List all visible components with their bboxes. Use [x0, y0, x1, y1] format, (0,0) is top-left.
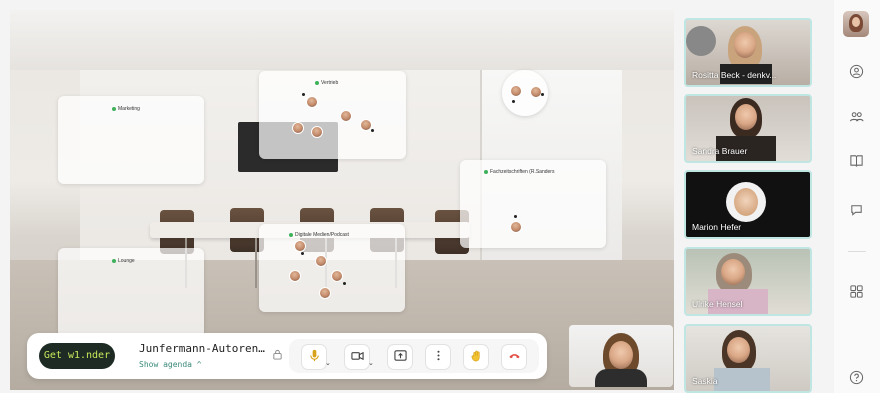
participant-tile[interactable]: Saskia	[684, 324, 812, 393]
presence-dot	[301, 252, 304, 255]
zone-fachzeitschriften[interactable]: Fachzeitschriften (R.Sanders	[460, 160, 606, 248]
zone-label: Digitale Medien/Podcast	[289, 232, 349, 238]
participant-avatar[interactable]	[306, 96, 318, 108]
chat-icon[interactable]	[847, 200, 865, 218]
presence-dot	[343, 282, 346, 285]
lock-icon[interactable]	[272, 349, 284, 361]
help-icon[interactable]	[847, 368, 865, 386]
hang-up-button[interactable]	[501, 344, 527, 370]
microphone-button[interactable]	[301, 344, 327, 370]
zone-vertrieb[interactable]: Vertrieb	[259, 71, 406, 159]
chevron-down-icon[interactable]: ⌄	[325, 359, 331, 367]
video-shoulders	[714, 368, 770, 391]
apps-icon[interactable]	[847, 282, 865, 300]
participant-avatar[interactable]	[315, 255, 327, 267]
video-shoulders	[595, 369, 647, 387]
share-screen-icon	[393, 349, 407, 365]
bottom-toolbar: Get w1.nder Junfermann-Autoren… Show age…	[27, 333, 547, 379]
participant-avatar[interactable]	[319, 287, 331, 299]
participant-name: Marion Hefer	[692, 222, 742, 232]
chevron-down-icon[interactable]: ⌄	[368, 359, 374, 367]
share-screen-button[interactable]	[387, 344, 413, 370]
right-sidebar	[834, 0, 880, 393]
video-face	[727, 337, 750, 363]
video-face	[852, 17, 860, 27]
hang-up-icon	[508, 349, 521, 365]
self-view-video[interactable]	[569, 325, 673, 387]
zone-label: Marketing	[112, 106, 140, 112]
participant-name: Rositta Beck - denkv...	[692, 70, 777, 80]
participant-tile[interactable]: Ulrike Hensel	[684, 247, 812, 316]
camera-icon	[350, 349, 364, 365]
video-background-object	[686, 26, 716, 56]
presence-dot	[371, 129, 374, 132]
zone-label: Lounge	[112, 258, 135, 264]
zone-label: Fachzeitschriften (R.Sanders	[484, 169, 554, 175]
book-icon[interactable]	[847, 151, 865, 169]
room-title: Junfermann-Autoren…	[139, 342, 265, 355]
reaction-button[interactable]	[463, 344, 489, 370]
camera-button[interactable]	[344, 344, 370, 370]
participant-name: Saskia	[692, 376, 718, 386]
call-controls: ⌄ ⌄	[289, 339, 539, 373]
video-face	[734, 32, 756, 58]
more-options-button[interactable]	[425, 344, 451, 370]
presence-dot	[302, 93, 305, 96]
zone-marketing[interactable]: Marketing	[58, 96, 204, 184]
participant-tile[interactable]: Sandra Brauer	[684, 94, 812, 163]
participant-avatar[interactable]	[294, 240, 306, 252]
divider	[848, 251, 866, 252]
video-face	[609, 341, 633, 369]
video-face	[721, 259, 745, 285]
chair-leg	[255, 238, 257, 288]
participant-avatar[interactable]	[510, 221, 522, 233]
presence-dot	[541, 93, 544, 96]
participant-avatar[interactable]	[289, 270, 301, 282]
participant-avatar[interactable]	[510, 85, 522, 97]
room-ceiling	[10, 10, 674, 70]
presence-dot	[512, 100, 515, 103]
user-circle-icon[interactable]	[847, 62, 865, 80]
zone-lounge[interactable]: Lounge	[58, 248, 204, 338]
presence-dot	[514, 215, 517, 218]
participant-name: Sandra Brauer	[692, 146, 748, 156]
microphone-icon	[308, 349, 321, 365]
video-face	[735, 104, 757, 130]
zone-digitale-medien[interactable]: Digitale Medien/Podcast	[259, 224, 405, 312]
participant-avatar[interactable]	[340, 110, 352, 122]
brand-logo[interactable]: Get w1.nder	[39, 343, 115, 369]
show-agenda-link[interactable]: Show agenda ^	[139, 360, 202, 369]
video-face	[734, 188, 758, 216]
participant-avatar[interactable]	[292, 122, 304, 134]
participant-avatar[interactable]	[331, 270, 343, 282]
participant-avatar[interactable]	[530, 86, 542, 98]
proximity-bubble[interactable]	[502, 70, 548, 116]
participant-avatar[interactable]	[311, 126, 323, 138]
more-icon	[432, 349, 445, 365]
zone-label: Vertrieb	[315, 80, 338, 86]
reaction-hand-icon	[470, 349, 483, 365]
avatar[interactable]	[843, 11, 869, 37]
people-icon[interactable]	[847, 107, 865, 125]
participant-tile[interactable]: Marion Hefer	[684, 170, 812, 239]
participant-tile[interactable]: Rositta Beck - denkv...	[684, 18, 812, 87]
participant-name: Ulrike Hensel	[692, 299, 743, 309]
